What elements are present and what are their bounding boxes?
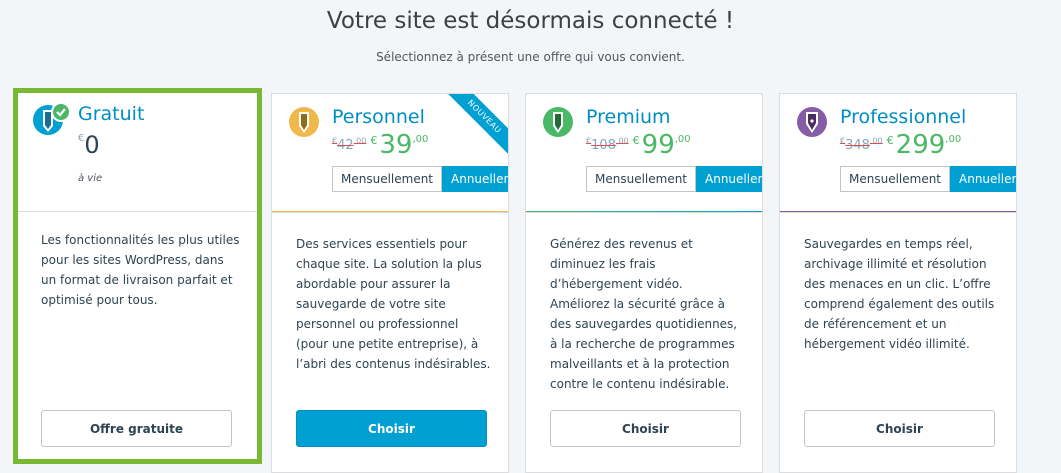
plan-description: Des services essentiels pour chaque site… xyxy=(296,237,491,371)
page-title: Votre site est désormais connecté ! xyxy=(326,8,735,34)
price-value: 299 xyxy=(895,130,946,160)
pencil-yellow-icon xyxy=(288,106,320,138)
free-plan-button[interactable]: Offre gratuite xyxy=(41,410,232,447)
plan-term: à vie xyxy=(78,173,103,184)
plan-price: €108,00 €99,00 xyxy=(586,130,691,160)
pencil-green-icon xyxy=(542,106,574,138)
plan-name: Gratuit xyxy=(78,103,145,125)
price-cents: ,00 xyxy=(945,134,962,145)
price-cents: ,00 xyxy=(412,134,429,145)
toggle-monthly[interactable]: Mensuellement xyxy=(332,166,443,192)
currency-symbol: € xyxy=(632,134,640,147)
plan-card-premium[interactable]: Premium €108,00 €99,00 Mensuellement Annue… xyxy=(525,93,763,473)
plan-header: Gratuit €0 à vie xyxy=(18,93,257,212)
plan-name: Personnel xyxy=(332,106,425,128)
page-subtitle: Sélectionnez à présent une offre qui vou… xyxy=(376,50,685,64)
old-price: €42,00 xyxy=(332,136,367,153)
new-badge: NOUVEAU xyxy=(442,94,508,159)
plan-card-free[interactable]: Gratuit €0 à vie Les fonctionnalités les… xyxy=(13,88,262,464)
old-price-value: 108 xyxy=(591,138,616,153)
new-price: €299,00 xyxy=(887,130,962,160)
old-price-value: 42 xyxy=(337,138,354,153)
billing-toggle: MensuellementAnnuellement xyxy=(840,166,1016,192)
currency-symbol: € xyxy=(78,133,85,144)
new-price: €99,00 xyxy=(633,130,691,160)
price-cents: ,00 xyxy=(674,134,691,145)
new-price: €39,00 xyxy=(370,130,428,160)
price-value: 99 xyxy=(641,130,675,160)
old-price: €108,00 xyxy=(586,136,629,153)
toggle-monthly[interactable]: Mensuellement xyxy=(586,166,697,192)
old-price-value: 348 xyxy=(845,138,870,153)
price-value: 39 xyxy=(379,130,413,160)
plan-price: €42,00 €39,00 xyxy=(332,130,428,160)
plan-description: Sauvegardes en temps réel, archivage ill… xyxy=(804,237,995,351)
price-value: 0 xyxy=(84,131,100,159)
plan-price: €348,00 €299,00 xyxy=(840,130,961,160)
plan-name: Premium xyxy=(586,106,671,128)
toggle-yearly[interactable]: Annuellement xyxy=(442,166,508,192)
toggle-yearly[interactable]: Annuellement xyxy=(950,166,1016,192)
divider xyxy=(18,211,257,212)
fountain-pen-purple-icon xyxy=(796,106,828,138)
old-cents: ,00 xyxy=(869,136,883,146)
toggle-yearly[interactable]: Annuellement xyxy=(696,166,762,192)
billing-toggle: MensuellementAnnuellement xyxy=(586,166,762,192)
choose-button[interactable]: Choisir xyxy=(296,410,487,447)
divider xyxy=(526,212,762,213)
divider xyxy=(272,212,508,213)
old-cents: ,00 xyxy=(615,136,629,146)
plan-card-personal[interactable]: NOUVEAU Personnel €42,00 €39,00 Mensuelle… xyxy=(271,93,509,473)
plan-card-professional[interactable]: Professionnel €348,00 €299,00 Mensuelleme… xyxy=(779,93,1017,473)
plan-name: Professionnel xyxy=(840,106,967,128)
divider xyxy=(780,212,1016,213)
billing-toggle: MensuellementAnnuellement xyxy=(332,166,508,192)
toggle-monthly[interactable]: Mensuellement xyxy=(840,166,951,192)
currency-symbol: € xyxy=(370,134,378,147)
plan-description: Générez des revenus et diminuez les frai… xyxy=(550,237,738,391)
old-price: €348,00 xyxy=(840,136,883,153)
choose-button[interactable]: Choisir xyxy=(550,410,741,447)
plan-description: Les fonctionnalités les plus utiles pour… xyxy=(41,233,240,307)
currency-symbol: € xyxy=(886,134,894,147)
pencil-check-icon xyxy=(32,100,71,135)
choose-button[interactable]: Choisir xyxy=(804,410,995,447)
plan-price: €0 xyxy=(78,131,100,161)
old-cents: ,00 xyxy=(353,136,367,146)
